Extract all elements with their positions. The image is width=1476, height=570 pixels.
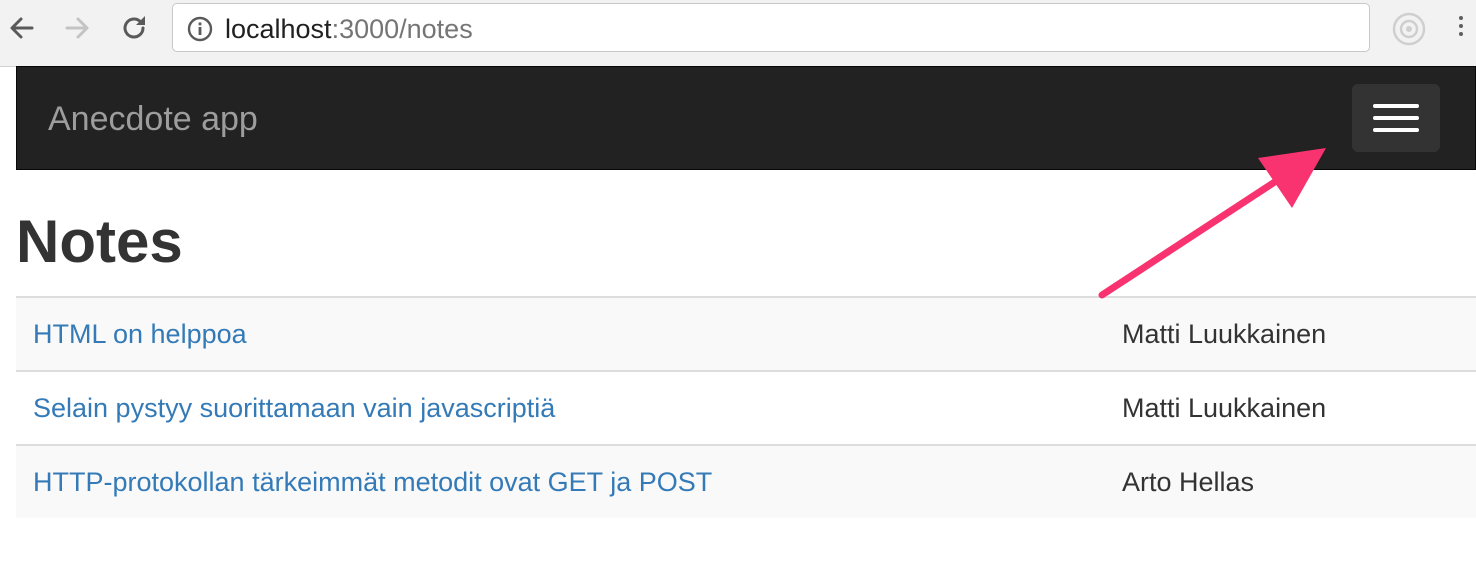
note-author: Arto Hellas [1122,467,1255,497]
page-title: Notes [16,208,183,275]
back-button[interactable] [4,10,40,46]
reload-button[interactable] [116,10,152,46]
url-path: :3000/notes [331,14,473,44]
note-link[interactable]: HTML on helppoa [33,318,247,350]
table-row: Selain pystyy suorittamaan vain javascri… [16,370,1476,444]
notes-table: HTML on helppoa Matti Luukkainen Selain … [16,296,1476,518]
extension-icon[interactable] [1392,12,1426,46]
arrow-left-icon [10,17,34,39]
navbar-toggle-button[interactable] [1352,84,1440,152]
navbar-brand[interactable]: Anecdote app [48,99,258,139]
address-bar[interactable]: localhost:3000/notes [172,3,1370,52]
reload-icon [123,16,145,39]
table-row: HTML on helppoa Matti Luukkainen [16,296,1476,370]
note-link[interactable]: HTTP-protokollan tärkeimmät metodit ovat… [33,466,712,498]
vertical-dots-icon [1459,16,1463,20]
note-author: Matti Luukkainen [1122,393,1327,423]
browser-menu-button[interactable] [1458,16,1464,40]
navbar: Anecdote app [16,66,1476,170]
note-author: Matti Luukkainen [1122,319,1327,349]
table-row: HTTP-protokollan tärkeimmät metodit ovat… [16,444,1476,518]
arrow-right-icon [65,17,89,39]
url-text: localhost:3000/notes [225,14,473,44]
url-host: localhost [225,14,332,44]
note-link[interactable]: Selain pystyy suorittamaan vain javascri… [33,392,555,424]
browser-toolbar: localhost:3000/notes [0,0,1476,67]
info-icon[interactable] [187,16,213,42]
forward-button[interactable] [59,10,95,46]
